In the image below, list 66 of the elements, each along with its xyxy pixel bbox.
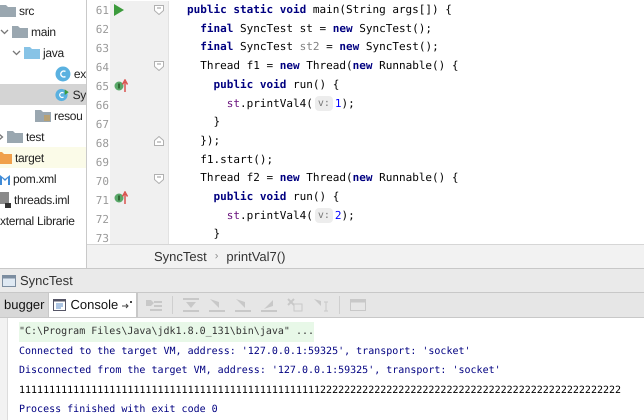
- tool-window-title: SyncTest: [20, 272, 73, 290]
- maven-icon: [0, 172, 10, 185]
- code-line: public void run() {: [212, 188, 340, 205]
- code-line: }: [212, 226, 220, 242]
- class-icon: [55, 66, 71, 82]
- tree-item[interactable]: Sy: [0, 84, 86, 105]
- line-number: 73: [94, 231, 109, 244]
- folder-icon: [7, 130, 23, 143]
- code-line: }: [212, 114, 220, 130]
- tree-item[interactable]: src: [0, 0, 86, 21]
- console-line: 1111111111111111111111111111111111111111111111111122222222222222222222222222222222222222222222222222: [19, 384, 622, 398]
- line-number: 72: [94, 212, 109, 228]
- pin-icon[interactable]: [122, 301, 132, 309]
- console-icon: [53, 299, 66, 311]
- tree-item[interactable]: target: [0, 147, 86, 168]
- folder-icon: [0, 4, 16, 17]
- code-line: final SyncTest st2 = new SyncTest();: [199, 39, 439, 56]
- console-line: Disconnected from the target VM, address: '127.0.0.1:59325', transport: 'socket': [19, 364, 502, 378]
- tree-item[interactable]: ex: [0, 63, 86, 84]
- file-icon: [0, 192, 11, 208]
- line-number: 66: [94, 98, 109, 114]
- code-line: });: [199, 132, 220, 149]
- tree-item[interactable]: test: [0, 126, 86, 147]
- folder-icon: [0, 151, 12, 164]
- line-number: 71: [94, 193, 109, 209]
- line-number: 63: [94, 41, 109, 57]
- fold-icon[interactable]: [154, 61, 164, 72]
- folder-icon: [24, 46, 40, 59]
- breadcrumb-item[interactable]: printVal7(): [226, 246, 286, 266]
- tree-item[interactable]: threads.iml: [0, 189, 86, 210]
- fold-icon[interactable]: [154, 5, 164, 16]
- fold-icon[interactable]: [154, 174, 164, 184]
- code-line: final SyncTest st = new SyncTest();: [199, 20, 432, 37]
- tree-item[interactable]: xternal Librarie: [0, 210, 86, 231]
- code-line: Thread f2 = new Thread(new Runnable() {: [199, 170, 459, 186]
- tree-item[interactable]: pom.xml: [0, 168, 86, 189]
- breadcrumb-separator: ›: [214, 249, 218, 264]
- console-line: Process finished with exit code 0: [19, 403, 219, 417]
- code-line: Thread f1 = new Thread(new Runnable() {: [199, 58, 459, 74]
- line-number: 67: [94, 117, 109, 133]
- code-line: public void run() {: [212, 76, 340, 93]
- line-number: 64: [94, 60, 109, 76]
- line-number: 70: [94, 174, 109, 190]
- implements-icon[interactable]: [114, 190, 128, 204]
- folder-icon: [35, 109, 51, 122]
- breadcrumb-item[interactable]: SyncTest: [154, 246, 207, 266]
- run-icon[interactable]: [114, 4, 124, 16]
- tab[interactable]: Console: [49, 293, 138, 317]
- implements-icon[interactable]: [114, 78, 128, 92]
- line-number: 62: [94, 22, 109, 38]
- fold-icon[interactable]: [154, 136, 164, 146]
- line-number: 65: [94, 79, 109, 95]
- tree-item[interactable]: main: [0, 21, 86, 42]
- tab[interactable]: bugger: [0, 293, 50, 317]
- folder-icon: [12, 25, 28, 38]
- code-line: st.printVal4( v: 1);: [226, 95, 355, 114]
- tree-item[interactable]: java: [0, 42, 86, 63]
- line-number: 69: [94, 155, 109, 171]
- console-line: Connected to the target VM, address: '127.0.0.1:59325', transport: 'socket': [19, 344, 472, 358]
- code-line: st.printVal4( v: 2);: [226, 207, 355, 226]
- code-line: f1.start();: [199, 152, 274, 168]
- line-number: 61: [94, 3, 109, 19]
- code-line: public static void main(String args[]) {: [187, 2, 452, 18]
- line-number: 68: [94, 136, 109, 152]
- tree-item[interactable]: resou: [0, 105, 86, 126]
- class-icon: [55, 86, 70, 102]
